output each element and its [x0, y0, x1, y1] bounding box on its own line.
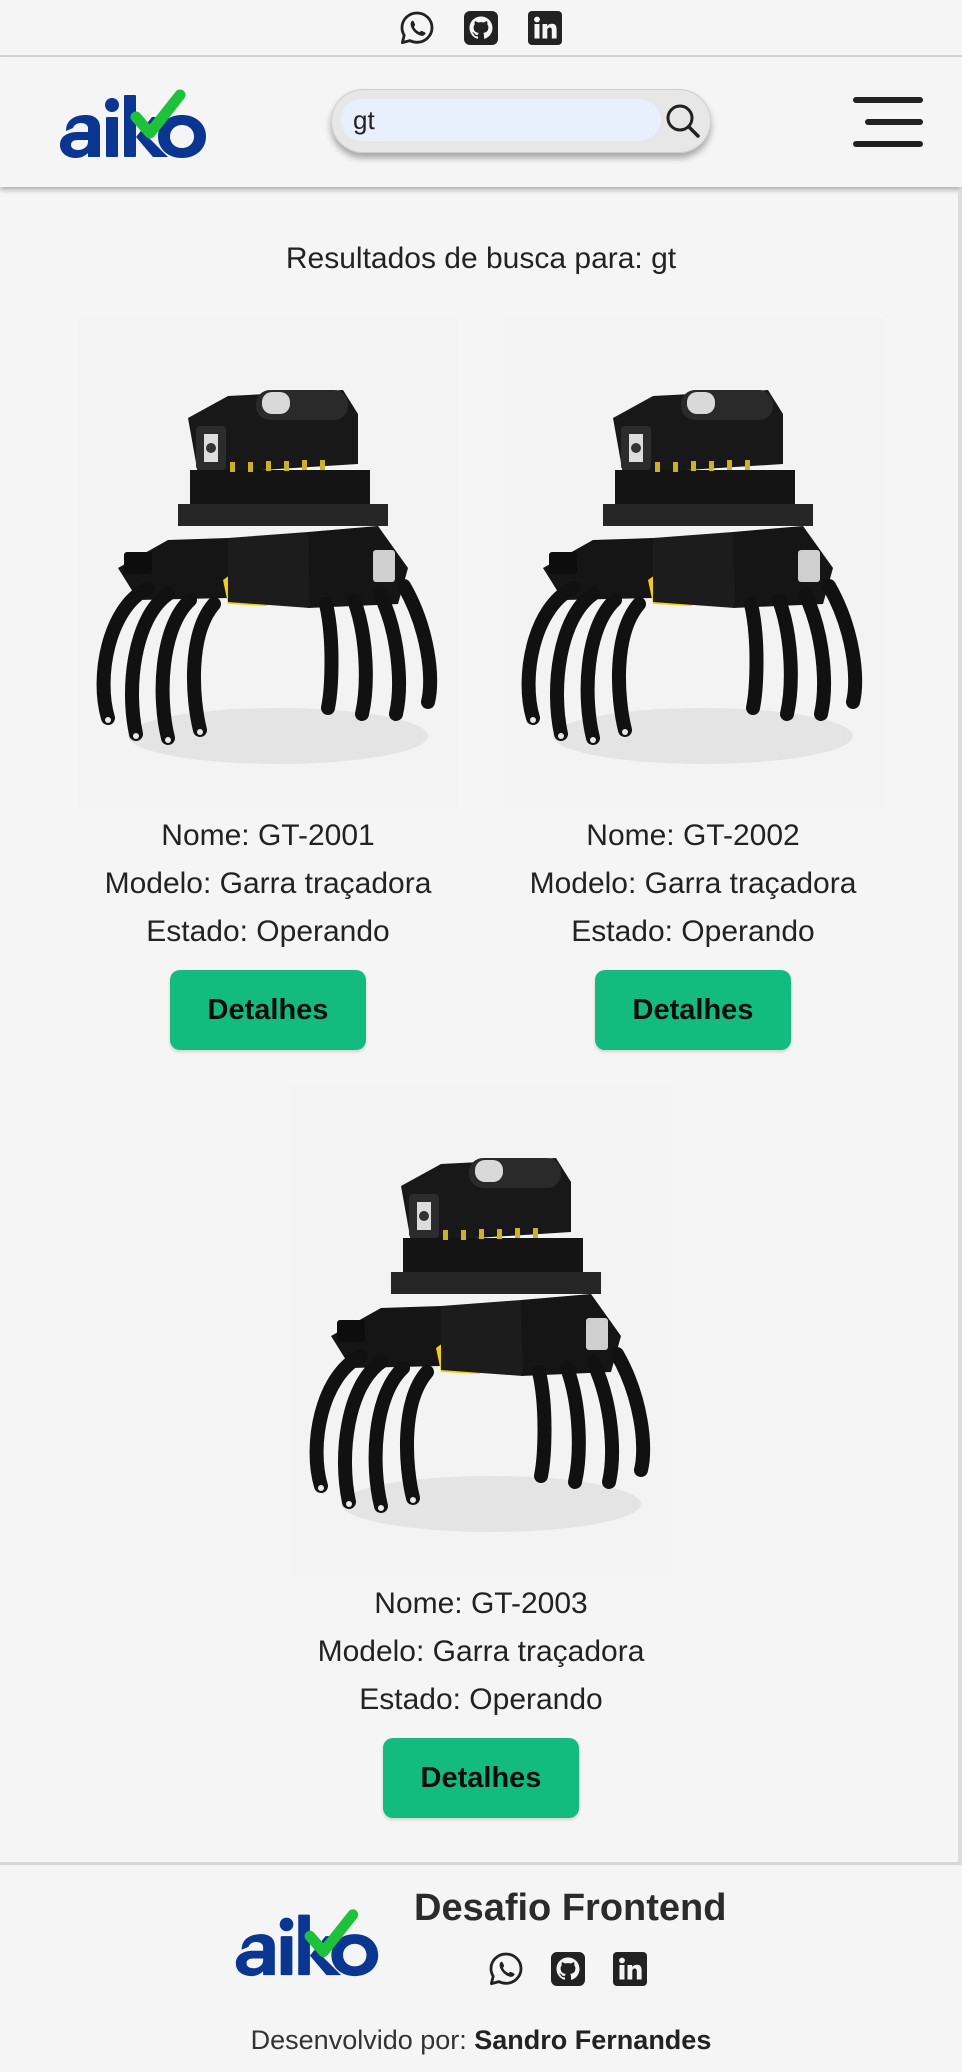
whatsapp-icon[interactable]	[399, 10, 435, 46]
results-title: Resultados de busca para: gt	[285, 242, 677, 275]
machine-card: Nome: GT-2001 Modelo: Garra traçadora Es…	[78, 318, 458, 1050]
details-button[interactable]: Detalhes	[595, 970, 791, 1050]
footer-social-links	[488, 1951, 648, 1987]
machine-card: Nome: GT-2003 Modelo: Garra traçadora Es…	[291, 1086, 671, 1818]
linkedin-icon[interactable]	[527, 10, 563, 46]
search-input[interactable]	[341, 99, 661, 141]
aiko-logo[interactable]	[54, 81, 212, 161]
github-icon[interactable]	[463, 10, 499, 46]
machine-image	[503, 318, 883, 808]
footer-credit: Desenvolvido por: Sandro Fernandes	[0, 2025, 962, 2056]
header	[0, 57, 962, 187]
footer-title: Desafio Frontend	[414, 1887, 727, 1929]
github-icon[interactable]	[550, 1951, 586, 1987]
scrollbar[interactable]	[958, 190, 962, 1862]
machine-model: Modelo: Garra traçadora	[529, 867, 857, 900]
credit-prefix: Desenvolvido por:	[250, 2025, 467, 2055]
machine-state: Estado: Operando	[571, 915, 815, 948]
credit-name: Sandro Fernandes	[474, 2025, 712, 2055]
search-icon[interactable]	[663, 101, 703, 141]
machine-name: Nome: GT-2002	[586, 819, 800, 852]
machine-image	[291, 1086, 671, 1576]
whatsapp-icon[interactable]	[488, 1951, 524, 1987]
details-button[interactable]: Detalhes	[383, 1738, 579, 1818]
linkedin-icon[interactable]	[612, 1951, 648, 1987]
top-social-bar	[0, 0, 962, 57]
machine-state: Estado: Operando	[359, 1683, 603, 1716]
machine-model: Modelo: Garra traçadora	[317, 1635, 645, 1668]
details-button[interactable]: Detalhes	[170, 970, 366, 1050]
aiko-logo[interactable]	[228, 1901, 386, 1979]
machine-card: Nome: GT-2002 Modelo: Garra traçadora Es…	[503, 318, 883, 1050]
footer: Desafio Frontend Desenvolvido por: Sandr…	[0, 1862, 962, 2072]
machine-name: Nome: GT-2001	[161, 819, 375, 852]
machine-name: Nome: GT-2003	[374, 1587, 588, 1620]
machine-state: Estado: Operando	[146, 915, 390, 948]
hamburger-menu-icon[interactable]	[833, 95, 925, 149]
machine-image	[78, 318, 458, 808]
machine-model: Modelo: Garra traçadora	[104, 867, 432, 900]
search-bar	[331, 89, 711, 153]
